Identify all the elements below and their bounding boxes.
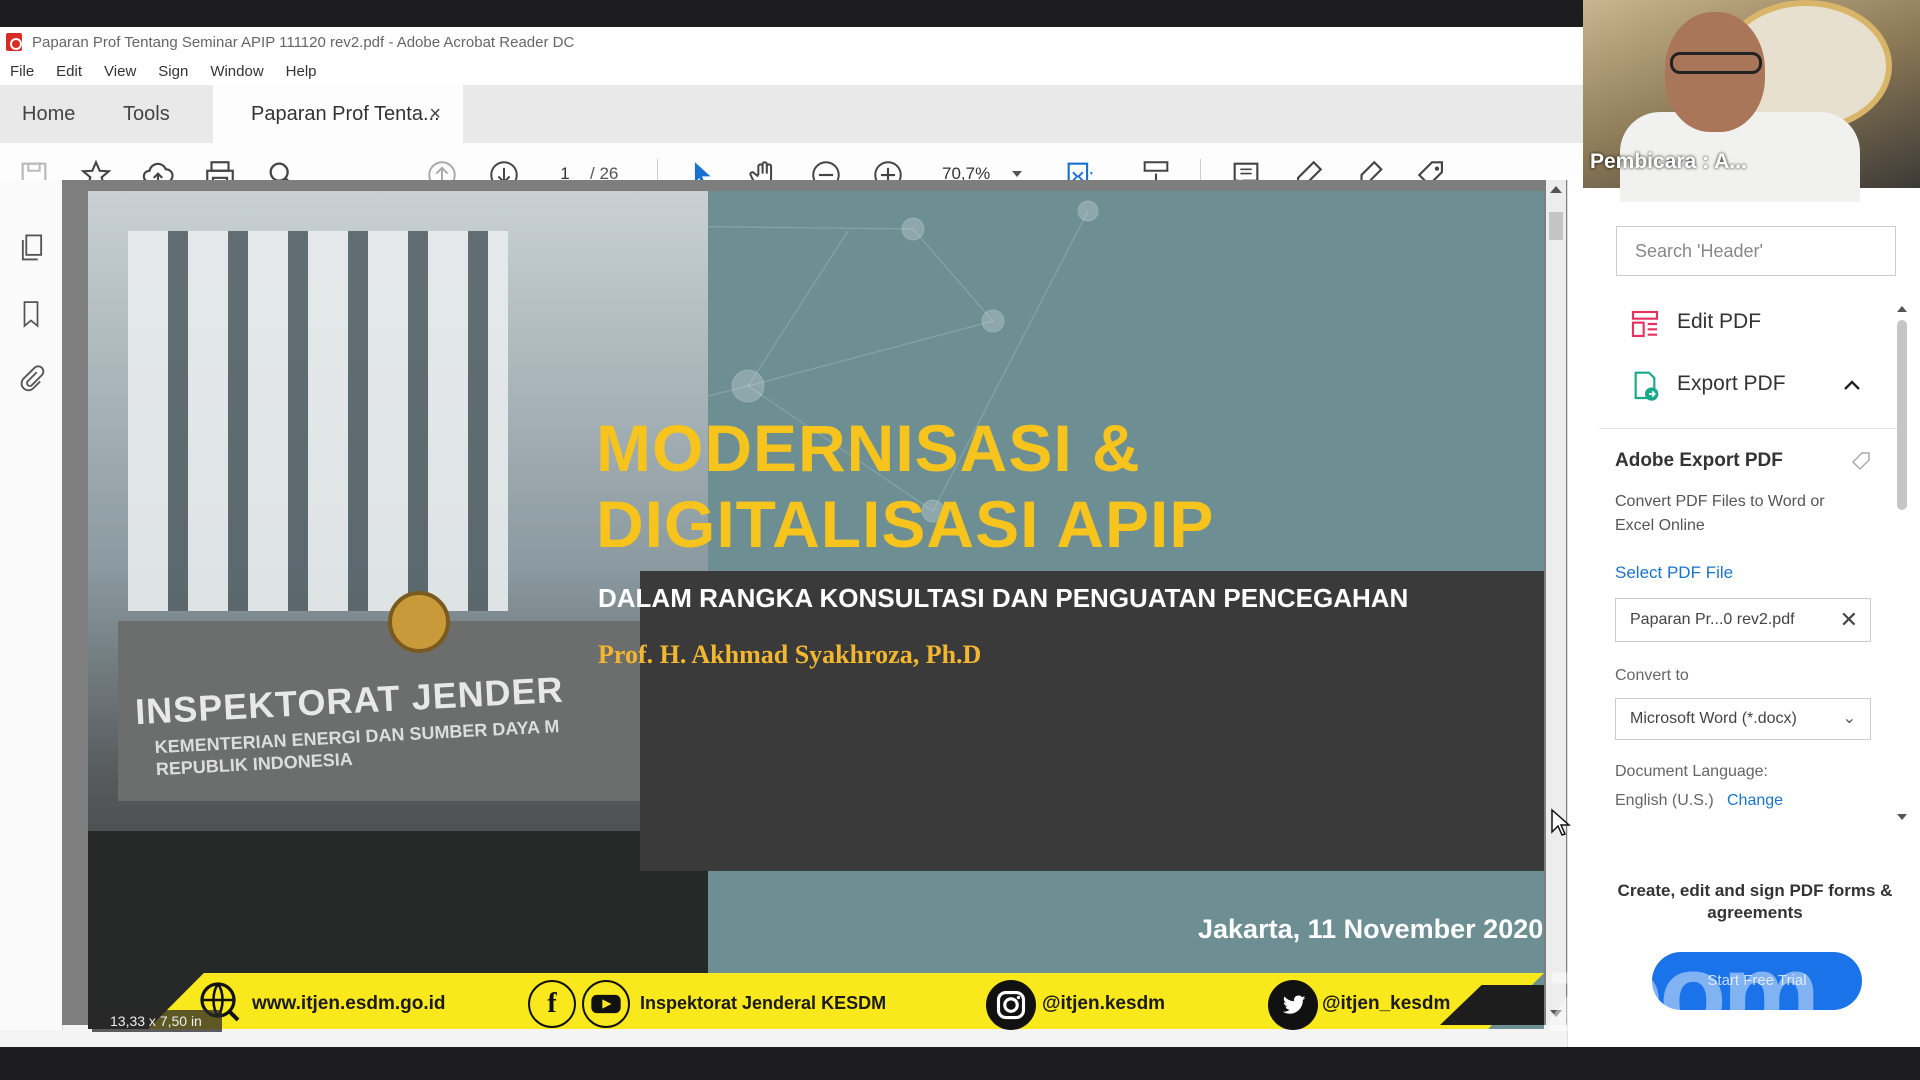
slide-title-line2: DIGITALISASI APIP bbox=[596, 487, 1215, 561]
footer-instagram: @itjen.kesdm bbox=[1042, 993, 1166, 1014]
select-pdf-file-link[interactable]: Select PDF File bbox=[1615, 563, 1733, 583]
selected-file-name: Paparan Pr...0 rev2.pdf bbox=[1630, 611, 1795, 628]
bookmark-icon[interactable] bbox=[18, 298, 44, 330]
page-thumbnails-icon[interactable] bbox=[18, 232, 46, 264]
menu-edit[interactable]: Edit bbox=[56, 63, 82, 80]
edit-pdf-label: Edit PDF bbox=[1677, 310, 1762, 333]
scroll-down-icon[interactable] bbox=[1897, 814, 1907, 820]
menu-view[interactable]: View bbox=[104, 63, 136, 80]
webcam-speaker-glasses bbox=[1670, 52, 1762, 74]
export-pdf-description: Convert PDF Files to Word or Excel Onlin… bbox=[1615, 493, 1825, 534]
tab-document-label: Paparan Prof Tenta... bbox=[251, 103, 440, 125]
export-pdf-tool[interactable]: Export PDF bbox=[1629, 371, 1786, 401]
footer-twitter: @itjen_kesdm bbox=[1322, 993, 1451, 1014]
tab-bar: Home Tools Paparan Prof Tenta... × bbox=[0, 85, 1583, 144]
acrobat-icon bbox=[6, 33, 22, 51]
tab-tools[interactable]: Tools bbox=[123, 85, 170, 143]
export-pdf-heading: Adobe Export PDF bbox=[1615, 450, 1783, 471]
document-language-value: English (U.S.) bbox=[1615, 792, 1714, 809]
chevron-down-icon bbox=[1012, 171, 1022, 177]
slide-title-line1: MODERNISASI & bbox=[596, 411, 1141, 485]
chevron-down-icon: ⌄ bbox=[1842, 710, 1856, 727]
title-bar: Paparan Prof Tentang Seminar APIP 111120… bbox=[0, 27, 1583, 57]
youtube-icon bbox=[582, 980, 630, 1028]
menu-window[interactable]: Window bbox=[210, 63, 263, 80]
screen-bottom-bar bbox=[0, 1047, 1920, 1080]
mouse-cursor-icon bbox=[1551, 808, 1571, 836]
scroll-thumb[interactable] bbox=[1897, 320, 1907, 510]
chevron-up-icon[interactable] bbox=[1842, 378, 1862, 392]
tools-search-input[interactable]: Search 'Header' bbox=[1616, 226, 1896, 276]
webcam-speaker-label: Pembicara : A... bbox=[1590, 150, 1747, 173]
twitter-icon bbox=[1268, 980, 1318, 1030]
left-nav-pane bbox=[0, 180, 78, 1030]
promo-text: Create, edit and sign PDF forms & agreem… bbox=[1617, 881, 1893, 922]
window-title: Paparan Prof Tentang Seminar APIP 111120… bbox=[32, 33, 575, 51]
attachment-icon[interactable] bbox=[16, 362, 46, 394]
tab-document[interactable]: Paparan Prof Tenta... × bbox=[213, 85, 463, 143]
convert-format-value: Microsoft Word (*.docx) bbox=[1630, 710, 1797, 727]
ministry-emblem bbox=[388, 591, 450, 653]
building-facade bbox=[128, 231, 508, 611]
scroll-up-icon[interactable] bbox=[1897, 306, 1907, 312]
instagram-icon bbox=[986, 980, 1036, 1030]
close-icon[interactable]: ✕ bbox=[1840, 599, 1858, 641]
edit-pdf-icon bbox=[1631, 310, 1659, 338]
selected-file-field[interactable]: Paparan Pr...0 rev2.pdf ✕ bbox=[1615, 598, 1871, 642]
export-pdf-icon bbox=[1634, 371, 1659, 401]
page-size-label: 13,33 x 7,50 in bbox=[92, 1010, 222, 1032]
document-language-label: Document Language: bbox=[1615, 763, 1768, 780]
menu-help[interactable]: Help bbox=[286, 63, 317, 80]
menu-bar: File Edit View Sign Window Help bbox=[0, 57, 1583, 85]
slide-subtitle: DALAM RANGKA KONSULTASI DAN PENGUATAN PE… bbox=[598, 583, 1409, 613]
zoom-watermark: zoom bbox=[1545, 932, 1820, 1055]
convert-format-select[interactable]: Microsoft Word (*.docx) ⌄ bbox=[1615, 698, 1871, 740]
close-tab-icon[interactable]: × bbox=[429, 85, 441, 143]
menu-file[interactable]: File bbox=[10, 63, 34, 80]
facebook-icon: f bbox=[528, 980, 576, 1028]
export-tag-icon bbox=[1851, 452, 1870, 471]
footer-website: www.itjen.esdm.go.id bbox=[252, 993, 446, 1014]
footer-social-name: Inspektorat Jenderal KESDM bbox=[640, 993, 887, 1013]
document-scrollbar[interactable] bbox=[1546, 180, 1566, 1025]
scroll-thumb[interactable] bbox=[1549, 212, 1563, 240]
title-panel bbox=[640, 571, 1544, 871]
edit-pdf-tool[interactable]: Edit PDF bbox=[1629, 310, 1762, 338]
slide-speaker: Prof. H. Akhmad Syakhroza, Ph.D bbox=[598, 640, 982, 669]
slide-date: Jakarta, 11 November 2020 bbox=[1198, 914, 1544, 944]
convert-to-label: Convert to bbox=[1615, 667, 1689, 684]
menu-sign[interactable]: Sign bbox=[158, 63, 188, 80]
right-pane-scrollbar[interactable] bbox=[1895, 300, 1909, 830]
export-pdf-label: Export PDF bbox=[1677, 372, 1786, 395]
change-language-link[interactable]: Change bbox=[1727, 792, 1783, 810]
tab-home[interactable]: Home bbox=[22, 85, 75, 143]
scroll-up-icon[interactable] bbox=[1550, 186, 1562, 193]
